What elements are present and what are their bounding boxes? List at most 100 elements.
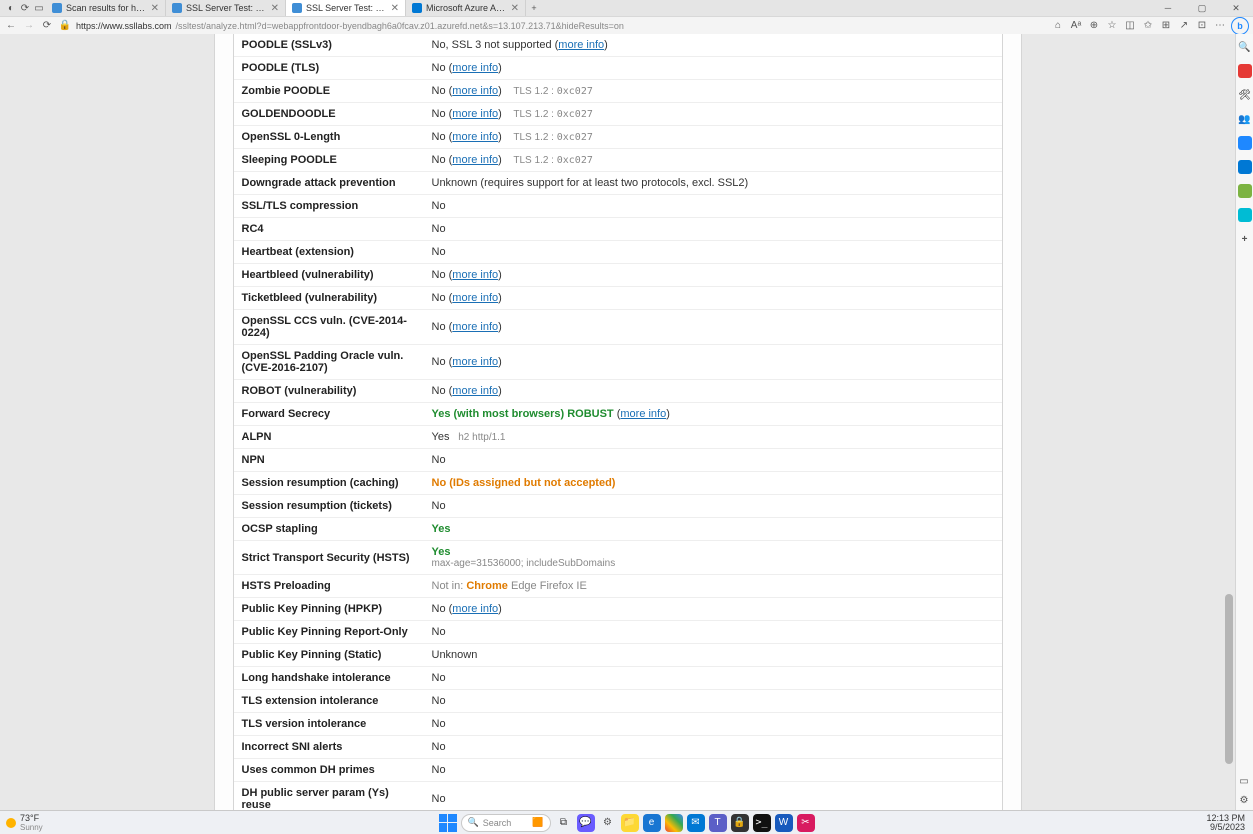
more-info-link[interactable]: more info xyxy=(452,356,498,368)
tls-note: TLS 1.2 : 0xc027 xyxy=(508,155,593,166)
row-label: SSL/TLS compression xyxy=(234,195,424,218)
more-info-link[interactable]: more info xyxy=(452,603,498,615)
row-label: HSTS Preloading xyxy=(234,575,424,598)
row-value: No xyxy=(424,782,1002,811)
taskbar-search[interactable]: 🔍 Search 🟧 xyxy=(461,814,551,832)
sidebar-search-icon[interactable]: 🔍 xyxy=(1238,40,1252,54)
extensions-icon[interactable]: ⊡ xyxy=(1195,19,1209,33)
table-row: OpenSSL Padding Oracle vuln. (CVE-2016-2… xyxy=(234,345,1002,380)
close-icon[interactable]: ✕ xyxy=(151,3,159,14)
close-icon[interactable]: ✕ xyxy=(511,3,519,14)
row-label: Session resumption (tickets) xyxy=(234,495,424,518)
outlook-icon[interactable]: ✉ xyxy=(687,814,705,832)
tray-date: 9/5/2023 xyxy=(1206,823,1245,832)
collections-icon[interactable]: ▭ xyxy=(32,0,46,16)
share-icon[interactable]: ↗ xyxy=(1177,19,1191,33)
row-value: No xyxy=(424,495,1002,518)
sidebar-settings-icon[interactable]: ⚙ xyxy=(1240,795,1249,806)
page-scroll[interactable]: POODLE (SSLv3)No, SSL 3 not supported (m… xyxy=(0,34,1235,810)
back-button[interactable]: ← xyxy=(4,19,18,33)
sidebar-msft-icon[interactable] xyxy=(1238,208,1252,222)
edge-icon[interactable]: e xyxy=(643,814,661,832)
tab-2[interactable]: SSL Server Test: webappfrontdo… ✕ xyxy=(286,0,406,16)
chat-icon[interactable]: 💬 xyxy=(577,814,595,832)
sidebar-outlook-icon[interactable] xyxy=(1238,160,1252,174)
more-info-link[interactable]: more info xyxy=(452,108,498,120)
favorite-star-icon[interactable]: ☆ xyxy=(1105,19,1119,33)
tab-3[interactable]: Microsoft Azure App Service · W… ✕ xyxy=(406,0,526,16)
tab-0[interactable]: Scan results for https://webapp… ✕ xyxy=(46,0,166,16)
search-badge-icon: 🟧 xyxy=(532,817,543,828)
more-info-link[interactable]: more info xyxy=(558,39,604,51)
more-info-link[interactable]: more info xyxy=(452,62,498,74)
row-value: Unknown xyxy=(424,644,1002,667)
row-value: No xyxy=(424,621,1002,644)
table-row: TLS version intoleranceNo xyxy=(234,713,1002,736)
sidebar-tools-icon[interactable]: 🛠 xyxy=(1238,88,1252,102)
taskbar-weather[interactable]: 73°F Sunny xyxy=(0,813,43,832)
collections-icon[interactable]: ⊞ xyxy=(1159,19,1173,33)
home-icon[interactable]: ⌂ xyxy=(1051,19,1065,33)
table-row: Zombie POODLENo (more info) TLS 1.2 : 0x… xyxy=(234,80,1002,103)
row-value: No, SSL 3 not supported (more info) xyxy=(424,34,1002,57)
favicon-icon xyxy=(292,3,302,13)
sidebar-add-icon[interactable]: + xyxy=(1238,232,1252,246)
word-icon[interactable]: W xyxy=(775,814,793,832)
tab-1[interactable]: SSL Server Test: webappfrontdo… ✕ xyxy=(166,0,286,16)
close-window-button[interactable]: ✕ xyxy=(1219,0,1253,16)
system-tray[interactable]: 12:13 PM 9/5/2023 xyxy=(1206,814,1253,832)
security-icon[interactable]: 🔒 xyxy=(731,814,749,832)
zoom-icon[interactable]: ⊕ xyxy=(1087,19,1101,33)
split-icon[interactable]: ◫ xyxy=(1123,19,1137,33)
refresh-button[interactable]: ⟳ xyxy=(40,19,54,33)
row-value: No xyxy=(424,713,1002,736)
row-label: Zombie POODLE xyxy=(234,80,424,103)
more-info-link[interactable]: more info xyxy=(452,385,498,397)
row-label: Heartbleed (vulnerability) xyxy=(234,264,424,287)
explorer-icon[interactable]: 📁 xyxy=(621,814,639,832)
chrome-icon[interactable] xyxy=(665,814,683,832)
more-icon[interactable]: ⋯ xyxy=(1213,19,1227,33)
close-icon[interactable]: ✕ xyxy=(391,3,399,14)
terminal-icon[interactable]: >_ xyxy=(753,814,771,832)
more-info-link[interactable]: more info xyxy=(452,292,498,304)
copilot-icon[interactable]: b xyxy=(1231,17,1249,35)
table-row: Heartbleed (vulnerability)No (more info) xyxy=(234,264,1002,287)
row-label: Uses common DH primes xyxy=(234,759,424,782)
taskview-icon[interactable]: ⧉ xyxy=(555,814,573,832)
sidebar-m365-icon[interactable] xyxy=(1238,136,1252,150)
table-row: Public Key Pinning (HPKP)No (more info) xyxy=(234,598,1002,621)
sidebar-shopping-icon[interactable] xyxy=(1238,64,1252,78)
more-info-link[interactable]: more info xyxy=(452,269,498,281)
favorites-icon[interactable]: ✩ xyxy=(1141,19,1155,33)
sidebar-panel-icon[interactable]: ▭ xyxy=(1239,776,1248,787)
row-label: TLS version intolerance xyxy=(234,713,424,736)
settings-icon[interactable]: ⚙ xyxy=(599,814,617,832)
more-info-link[interactable]: more info xyxy=(452,131,498,143)
more-info-link[interactable]: more info xyxy=(452,154,498,166)
history-icon[interactable]: ⟳ xyxy=(18,0,32,16)
minimize-button[interactable]: ─ xyxy=(1151,0,1185,16)
start-button[interactable] xyxy=(439,814,457,832)
sidebar-people-icon[interactable]: 👥 xyxy=(1238,112,1252,126)
forward-button[interactable]: → xyxy=(22,19,36,33)
row-value: No (more info) xyxy=(424,380,1002,403)
text-size-icon[interactable]: Aᵃ xyxy=(1069,19,1083,33)
more-info-link[interactable]: more info xyxy=(452,85,498,97)
url-input[interactable]: https://www.ssllabs.com/ssltest/analyze.… xyxy=(76,21,624,31)
row-value: No (more info) xyxy=(424,310,1002,345)
snip-icon[interactable]: ✂ xyxy=(797,814,815,832)
hsts-sub: max-age=31536000; includeSubDomains xyxy=(432,558,994,569)
new-tab-button[interactable]: + xyxy=(526,3,542,13)
profile-icon[interactable]: ◐ xyxy=(4,0,18,16)
site-lock-icon[interactable]: 🔒 xyxy=(58,19,72,33)
teams-icon[interactable]: T xyxy=(709,814,727,832)
more-info-link[interactable]: more info xyxy=(620,408,666,420)
row-label: GOLDENDOODLE xyxy=(234,103,424,126)
row-value: No (more info) xyxy=(424,264,1002,287)
sidebar-notes-icon[interactable] xyxy=(1238,184,1252,198)
maximize-button[interactable]: ▢ xyxy=(1185,0,1219,16)
close-icon[interactable]: ✕ xyxy=(271,3,279,14)
row-label: Sleeping POODLE xyxy=(234,149,424,172)
more-info-link[interactable]: more info xyxy=(452,321,498,333)
